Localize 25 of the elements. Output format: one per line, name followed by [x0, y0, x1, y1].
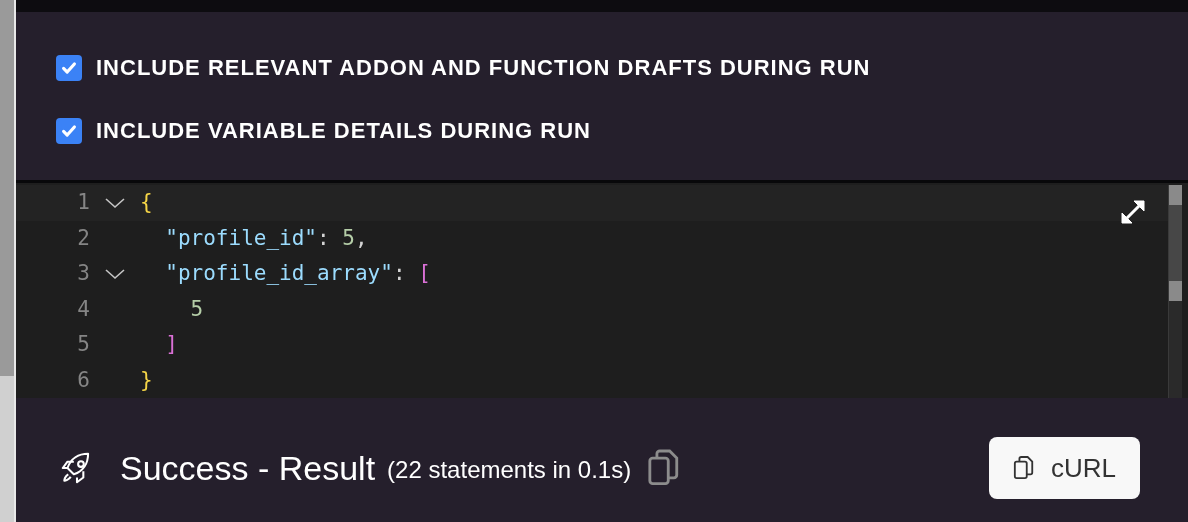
code-line: 5 [189, 295, 204, 323]
chevron-down-icon[interactable] [104, 266, 126, 281]
line-number: 4 [76, 295, 90, 323]
checkbox-label: INCLUDE RELEVANT ADDON AND FUNCTION DRAFTS DURING RUN [96, 54, 871, 82]
code-editor[interactable]: 1 { 2 "profile_id": 5, 3 "profile_id_array": [ 4 5 5 ] 6 } [16, 183, 1188, 398]
line-number: 3 [76, 260, 90, 287]
line-number: 5 [76, 331, 90, 358]
line-number: 6 [76, 366, 90, 394]
copy-icon [1013, 455, 1035, 481]
chevron-down-icon[interactable] [104, 195, 126, 210]
code-line: } [140, 366, 153, 394]
code-line: "profile_id_array": [ [164, 260, 431, 287]
scrollbar[interactable] [1168, 185, 1182, 398]
expand-icon[interactable] [1118, 197, 1148, 227]
code-line: ] [164, 331, 178, 358]
line-number: 1 [76, 189, 90, 216]
result-title: Success - Result [120, 447, 376, 489]
checkbox[interactable] [56, 54, 82, 81]
result-detail: (22 statements in 0.1s) [387, 455, 632, 485]
code-line: { [140, 189, 153, 216]
line-number: 2 [76, 224, 90, 252]
curl-button[interactable]: cURL [989, 437, 1140, 499]
checkbox[interactable] [56, 117, 82, 144]
code-line: "profile_id": 5, [164, 224, 368, 252]
checkbox-label: INCLUDE VARIABLE DETAILS DURING RUN [96, 117, 591, 145]
